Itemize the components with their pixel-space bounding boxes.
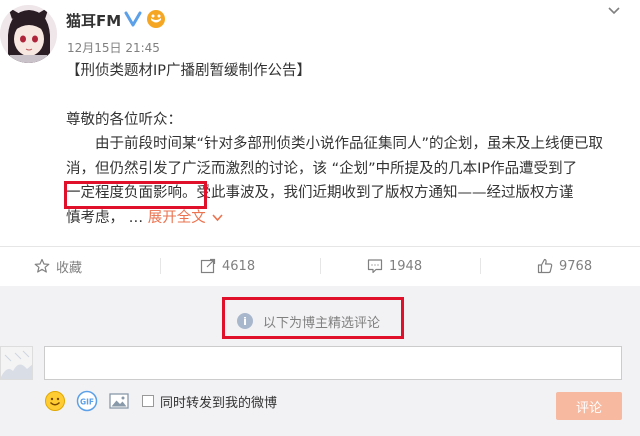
divider bbox=[480, 258, 481, 274]
notice-annotation-box bbox=[222, 297, 404, 339]
post-body-line4-text: 慎考虑， bbox=[66, 209, 124, 226]
divider bbox=[320, 258, 321, 274]
avatar-image bbox=[0, 5, 57, 63]
comment-count: 1948 bbox=[389, 258, 423, 274]
comment-input[interactable] bbox=[44, 346, 622, 380]
my-avatar[interactable] bbox=[0, 346, 33, 380]
comment-icon bbox=[367, 259, 383, 274]
emoji-icon[interactable] bbox=[44, 390, 66, 412]
repost-icon bbox=[200, 258, 216, 274]
post-body-line1: 由于前段时间某“针对多部刑侦类小说作品征集同人”的企划，虽未及上线便已取 bbox=[95, 136, 604, 152]
action-bar: 收藏 4618 1948 9768 bbox=[0, 247, 640, 285]
highlight-annotation-box bbox=[64, 181, 207, 209]
expand-chevron-icon[interactable] bbox=[212, 213, 223, 222]
like-button[interactable]: 9768 bbox=[537, 247, 592, 285]
like-count: 9768 bbox=[559, 258, 593, 274]
post-body-line2: 消，但仍然引发了广泛而激烈的讨论，该 “企划”中所提及的几本IP作品遭受到了 bbox=[66, 160, 578, 177]
svg-text:GIF: GIF bbox=[80, 397, 94, 406]
checkbox[interactable] bbox=[142, 395, 154, 407]
favorite-label: 收藏 bbox=[56, 260, 83, 276]
weibo-post-card: 猫耳FM 12月15日 21:45 【刑侦类题材IP广播剧暂缓制作公告】 尊敬的… bbox=[0, 0, 640, 436]
repost-checkbox-label: 同时转发到我的微博 bbox=[160, 395, 278, 411]
comment-button[interactable]: 1948 bbox=[367, 247, 422, 285]
image-icon[interactable] bbox=[108, 390, 130, 412]
post-body-line3-rest: 受此事波及，我们近期收到了版权方通知——经过版权方谨 bbox=[196, 185, 574, 201]
username[interactable]: 猫耳FM bbox=[66, 10, 121, 31]
ellipsis: … bbox=[124, 209, 148, 226]
avatar-image bbox=[1, 347, 32, 379]
chevron-down-icon[interactable] bbox=[606, 4, 622, 18]
gif-icon[interactable]: GIF bbox=[76, 390, 98, 412]
favorite-button[interactable]: 收藏 bbox=[34, 247, 82, 285]
vip-icon[interactable] bbox=[146, 9, 166, 29]
star-icon bbox=[34, 258, 50, 273]
repost-to-my-weibo-checkbox[interactable]: 同时转发到我的微博 bbox=[142, 392, 277, 411]
post-greeting: 尊敬的各位听众： bbox=[66, 111, 182, 128]
expand-full-text-link[interactable]: 展开全文 bbox=[148, 210, 206, 226]
divider bbox=[160, 258, 161, 274]
repost-button[interactable]: 4618 bbox=[200, 247, 255, 285]
submit-comment-button[interactable]: 评论 bbox=[556, 392, 622, 420]
post-timestamp[interactable]: 12月15日 21:45 bbox=[67, 39, 160, 56]
repost-count: 4618 bbox=[222, 258, 256, 274]
comment-toolbar: GIF 同时转发到我的微博 bbox=[44, 390, 277, 412]
avatar[interactable] bbox=[0, 5, 57, 63]
post-body-line4: 慎考虑， … 展开全文 bbox=[66, 206, 631, 231]
verified-icon bbox=[124, 11, 142, 27]
post-title-line: 【刑侦类题材IP广播剧暂缓制作公告】 bbox=[66, 63, 312, 79]
like-icon bbox=[537, 258, 553, 274]
